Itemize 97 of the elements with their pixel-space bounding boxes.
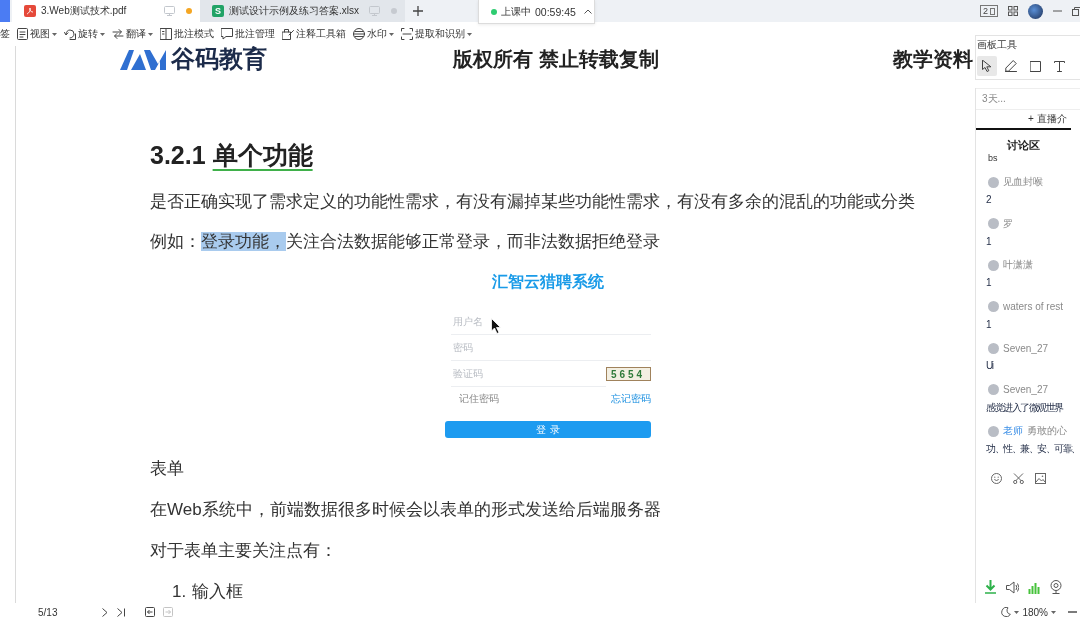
input-field[interactable]: 密码 [450, 335, 651, 361]
user-avatar[interactable] [1028, 3, 1043, 19]
next-page-icon[interactable] [102, 607, 108, 617]
tab-title: 3.Web测试技术.pdf [41, 4, 127, 18]
webcam-icon[interactable] [1050, 580, 1062, 594]
spreadsheet-icon: S [212, 5, 224, 17]
toolbar-button[interactable]: 水印 [353, 27, 394, 41]
message-text: 1 [985, 317, 992, 332]
caret-icon [1014, 610, 1020, 614]
scan-icon [401, 28, 413, 40]
copyright-notice: 版权所有 禁止转载复制 [453, 46, 659, 72]
tab-title: 测试设计示例及练习答案.xlsx [229, 4, 359, 18]
translate-icon [112, 28, 124, 40]
paragraph: 在Web系统中，前端数据很多时候会以表单的形式发送给后端服务器 [150, 499, 662, 521]
intro-link[interactable]: + 直播介 [976, 110, 1080, 128]
file-tab[interactable]: S 测试设计示例及练习答案.xlsx [200, 0, 405, 22]
toolbar-button[interactable]: 视图 [17, 27, 57, 41]
watermark-icon [353, 28, 365, 40]
caret-icon [1051, 610, 1056, 614]
avatar-icon [988, 342, 999, 354]
toolbar-button[interactable]: 注释工具箱 [282, 27, 346, 41]
plus-icon[interactable] [413, 6, 423, 16]
message-text: 1 [985, 234, 992, 249]
zoom-level[interactable]: 180% [1022, 606, 1048, 618]
toolbar-button[interactable]: 提取和识别 [401, 27, 472, 41]
rotate-icon [64, 28, 76, 40]
comment-icon [221, 28, 233, 40]
avatar-icon [988, 176, 999, 188]
toolbox-icon [282, 28, 294, 40]
document-icon [17, 28, 28, 40]
square-icon [1029, 60, 1041, 72]
discussion-tab[interactable]: 讨论区 [976, 138, 1071, 152]
remember-password-label[interactable]: 记住密码 [458, 392, 499, 406]
course-title: 3天... [976, 88, 1080, 110]
message-text: bs [987, 152, 999, 164]
image-icon[interactable] [1035, 472, 1046, 484]
cursor-icon [982, 60, 992, 72]
monitor-icon [369, 6, 380, 16]
teacher-tag: 老师 [1003, 424, 1023, 438]
header-label: 教学资料 [893, 46, 973, 72]
paragraph: 是否正确实现了需求定义的功能性需求，有没有漏掉某些功能性需求，有没有多余的混乱的功能或分类 [150, 191, 916, 213]
brand-name: 谷码教育 [171, 46, 267, 74]
smiley-icon[interactable] [991, 472, 1002, 484]
screen-mode-button[interactable]: 2 [980, 5, 998, 17]
paragraph: 例如：登录功能，关注合法数据能够正常登录，而非法数据拒绝登录 [150, 231, 661, 253]
forgot-password-link[interactable]: 忘记密码 [610, 392, 651, 406]
list-item: 1. 输入框 [171, 581, 245, 603]
logo-icon [120, 48, 166, 70]
back-arrow-icon[interactable] [145, 607, 155, 617]
author-name: 罗 [1003, 216, 1013, 231]
toolbar-button[interactable]: 翻译 [112, 27, 153, 41]
monitor-icon [164, 6, 175, 16]
avatar-icon [988, 425, 999, 437]
text-tool-icon [1053, 60, 1065, 72]
captcha-code[interactable]: 5654 [605, 367, 651, 381]
grid-icon[interactable] [1008, 6, 1018, 16]
whiteboard-title: 画板工具 [977, 39, 1017, 51]
message-text: Ui [985, 359, 994, 373]
class-time: 00:59:45 [535, 5, 576, 18]
avatar-icon [988, 384, 999, 395]
pencil-icon [1005, 60, 1017, 72]
author-name: Seven_27 [1003, 384, 1049, 395]
author-name: 见血封喉 [1003, 175, 1043, 189]
message-text: 感觉进入了微观世界 [985, 400, 1064, 415]
last-page-icon[interactable] [117, 607, 125, 617]
message-text: 2 [985, 193, 992, 207]
toolbar-button[interactable]: 签 [0, 27, 10, 41]
restore-icon[interactable] [1072, 6, 1080, 16]
subheading: 表单 [150, 458, 185, 480]
class-status: 上课中 [501, 4, 531, 19]
mouse-pointer-icon [490, 318, 501, 334]
author-name: waters of rest [1003, 301, 1064, 312]
avatar-icon [988, 301, 999, 312]
columns-icon [160, 28, 172, 40]
select-tool[interactable] [977, 56, 997, 76]
speaker-icon[interactable] [1006, 580, 1019, 594]
download-icon[interactable] [984, 580, 997, 594]
status-dot-icon [491, 8, 497, 15]
scissors-icon[interactable] [1013, 472, 1024, 484]
author-name: Seven_27 [1003, 342, 1049, 354]
file-tab[interactable]: 3.Web测试技术.pdf [12, 0, 200, 22]
message-text: 功、性、兼、安、可靠、 [985, 442, 1080, 456]
avatar-icon [988, 259, 999, 271]
section-heading: 3.2.1 单个功能 [150, 140, 314, 170]
message-text: 1 [985, 276, 992, 290]
toolbar-button[interactable]: 旋转 [64, 27, 105, 41]
paragraph: 对于表单主要关注点有： [150, 540, 338, 562]
author-name: 叶潇潇 [1003, 258, 1033, 272]
toolbar-button[interactable]: 批注管理 [221, 27, 275, 41]
toolbar-button[interactable]: 批注模式 [160, 27, 214, 41]
pdf-file-icon [24, 5, 36, 17]
caret-up-icon[interactable] [583, 9, 592, 14]
author-name: 勇敢的心 [1027, 424, 1067, 438]
avatar-icon [988, 218, 999, 229]
input-field[interactable]: 验证码 [450, 361, 606, 387]
moon-icon[interactable] [1001, 607, 1012, 617]
system-title: 汇智云猎聘系统 [491, 272, 604, 292]
